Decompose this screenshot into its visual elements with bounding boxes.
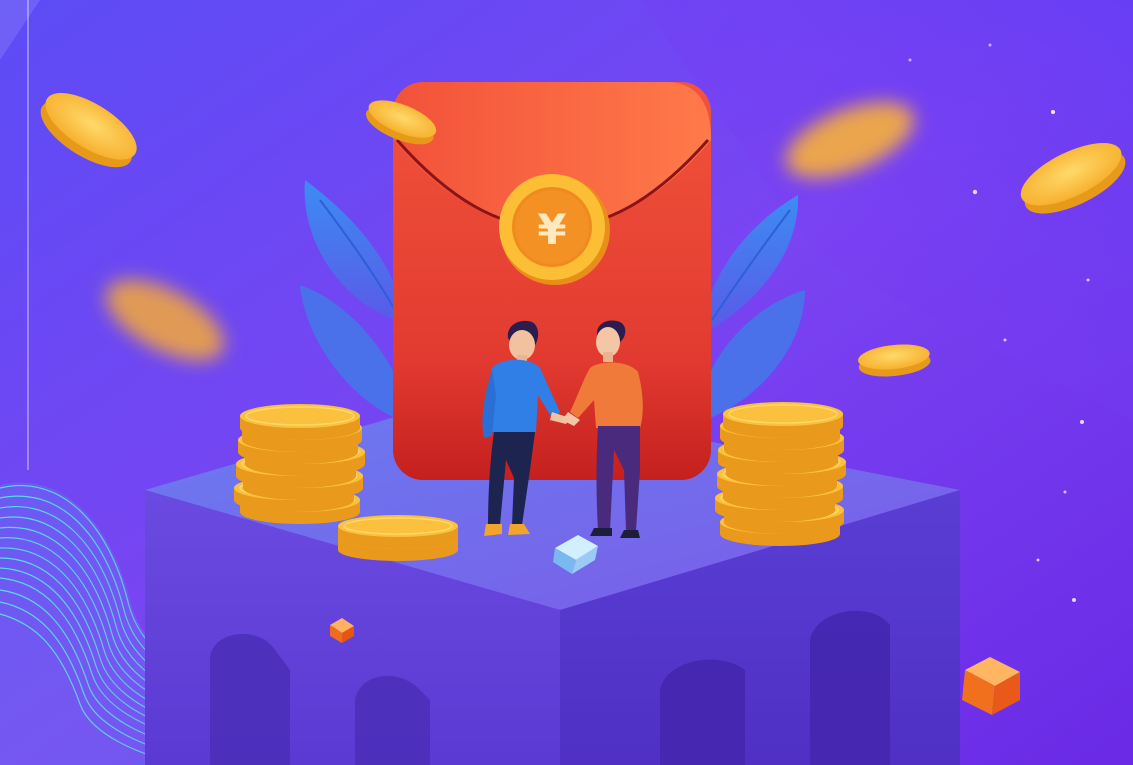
coin-stack-left-icon [234,404,365,524]
arch-left-2 [355,675,430,765]
gold-coin-icon [338,515,458,549]
arch-right-2 [810,610,890,765]
gold-coin-icon [240,404,360,440]
arch-right-1 [660,659,745,765]
coin-stack-right-icon [715,402,846,546]
yen-symbol: ¥ [537,205,566,254]
yen-coin-icon: ¥ [499,174,610,285]
gold-coin-icon [723,402,843,438]
illustration-scene: ¥ [0,0,1133,765]
illustration-canvas: ¥ [0,0,1133,765]
coin-stack-front-icon [338,515,458,561]
